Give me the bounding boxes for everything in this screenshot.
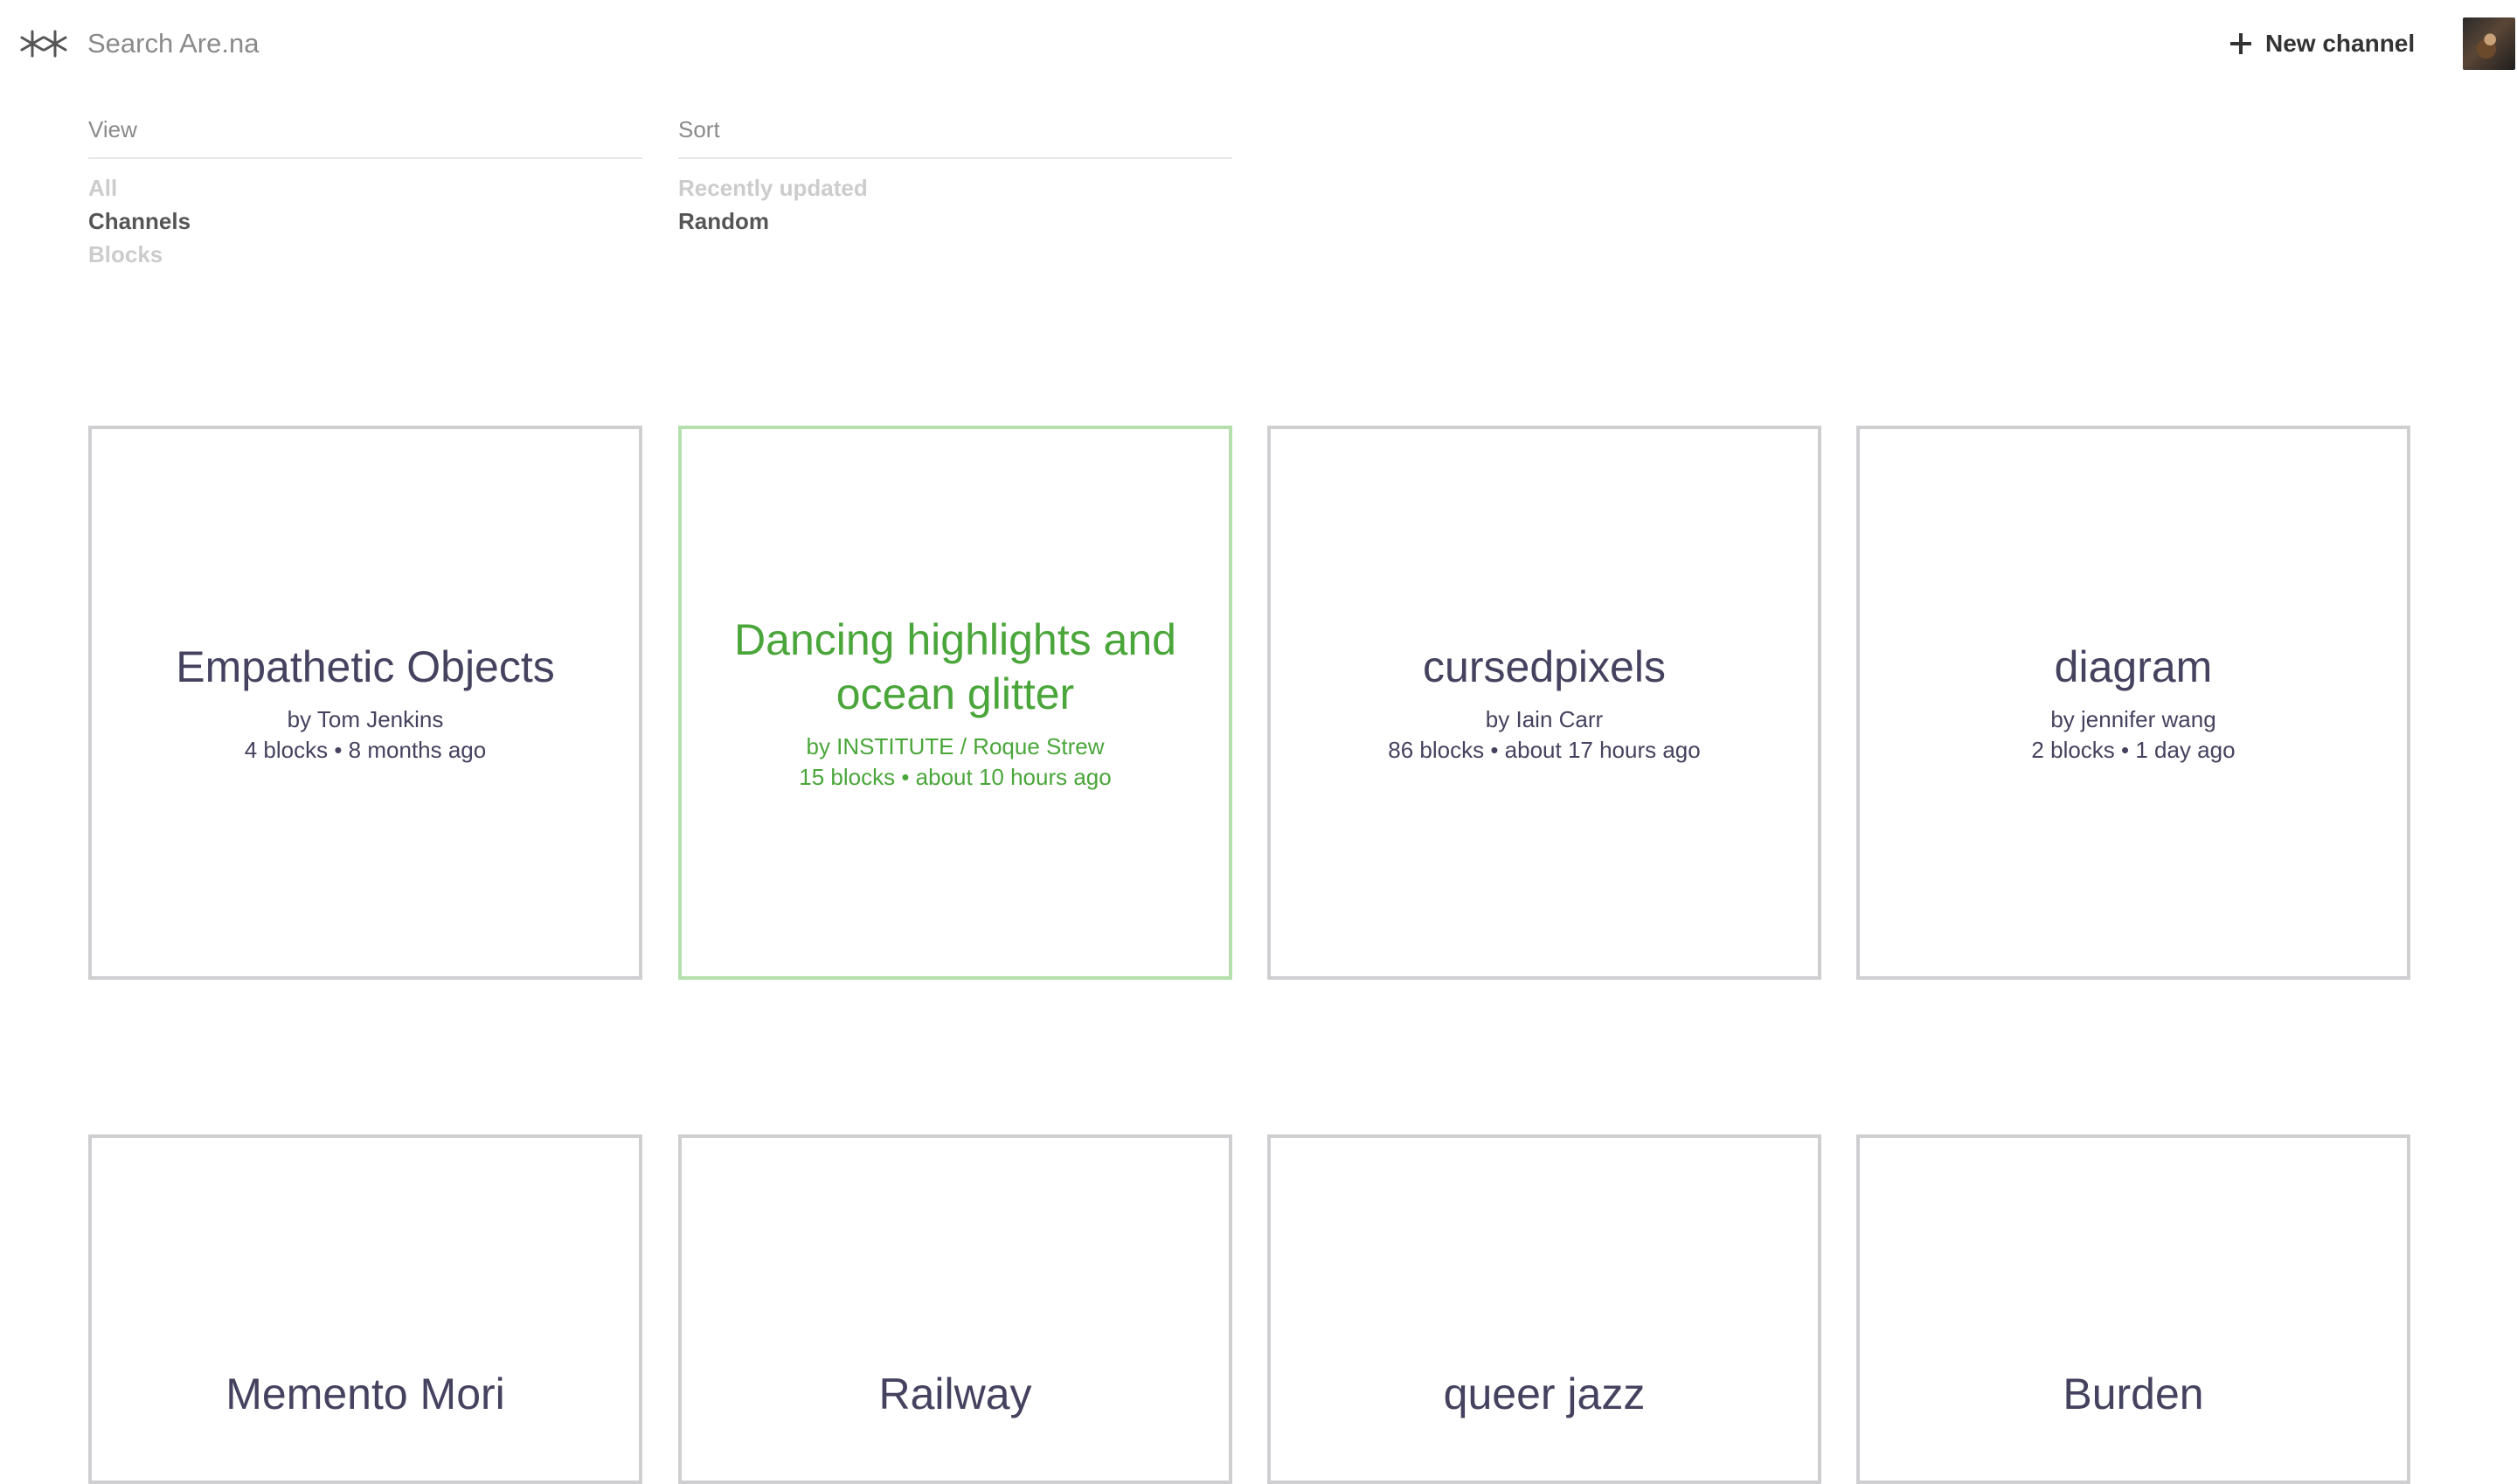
sort-option-random[interactable]: Random [678,205,1232,238]
channel-card[interactable]: Memento Mori [88,1134,642,1484]
channel-stats: 4 blocks • 8 months ago [244,737,487,763]
channel-stats: 15 blocks • about 10 hours ago [799,764,1112,790]
channel-author: by INSTITUTE / Roque Strew [806,733,1105,759]
view-option-all[interactable]: All [88,171,642,205]
channel-card[interactable]: Railway [678,1134,1232,1484]
avatar[interactable] [2463,17,2515,70]
channel-stats: 86 blocks • about 17 hours ago [1388,737,1701,763]
channel-title: Dancing highlights and ocean glitter [734,615,1176,718]
view-option-blocks[interactable]: Blocks [88,238,642,271]
channel-title: Burden [2063,1370,2204,1418]
top-bar: New channel [0,0,2517,87]
channel-author: by Tom Jenkins [287,706,444,732]
channel-title: diagram [2054,642,2213,691]
channel-card[interactable]: diagram by jennifer wang 2 blocks • 1 da… [1856,426,2410,980]
search-input[interactable] [87,21,874,66]
channel-card[interactable]: Burden [1856,1134,2410,1484]
view-option-channels[interactable]: Channels [88,205,642,238]
view-filter-options: All Channels Blocks [88,171,642,271]
channel-card[interactable]: Dancing highlights and ocean glitter by … [678,426,1232,980]
sort-filter: Sort Recently updated Random [678,112,1232,238]
new-channel-label: New channel [2265,30,2416,57]
channel-title: Memento Mori [225,1370,505,1418]
plus-icon [2230,33,2251,54]
channel-card[interactable]: cursedpixels by Iain Carr 86 blocks • ab… [1267,426,1821,980]
channel-stats: 2 blocks • 1 day ago [2031,737,2236,763]
view-filter-heading: View [88,112,642,159]
sort-filter-options: Recently updated Random [678,171,1232,238]
channel-card[interactable]: queer jazz [1267,1134,1821,1484]
channel-title: Empathetic Objects [176,642,555,691]
channel-title: queer jazz [1443,1370,1646,1418]
channel-card[interactable]: Empathetic Objects by Tom Jenkins 4 bloc… [88,426,642,980]
arena-logo-icon[interactable] [17,26,70,61]
channel-title: cursedpixels [1423,642,1666,691]
sort-filter-heading: Sort [678,112,1232,159]
channel-title: Railway [878,1370,1032,1418]
sort-option-recently-updated[interactable]: Recently updated [678,171,1232,205]
channel-author: by Iain Carr [1485,706,1604,732]
view-filter: View All Channels Blocks [88,112,642,271]
new-channel-button[interactable]: New channel [2230,24,2415,63]
channel-author: by jennifer wang [2050,706,2216,732]
